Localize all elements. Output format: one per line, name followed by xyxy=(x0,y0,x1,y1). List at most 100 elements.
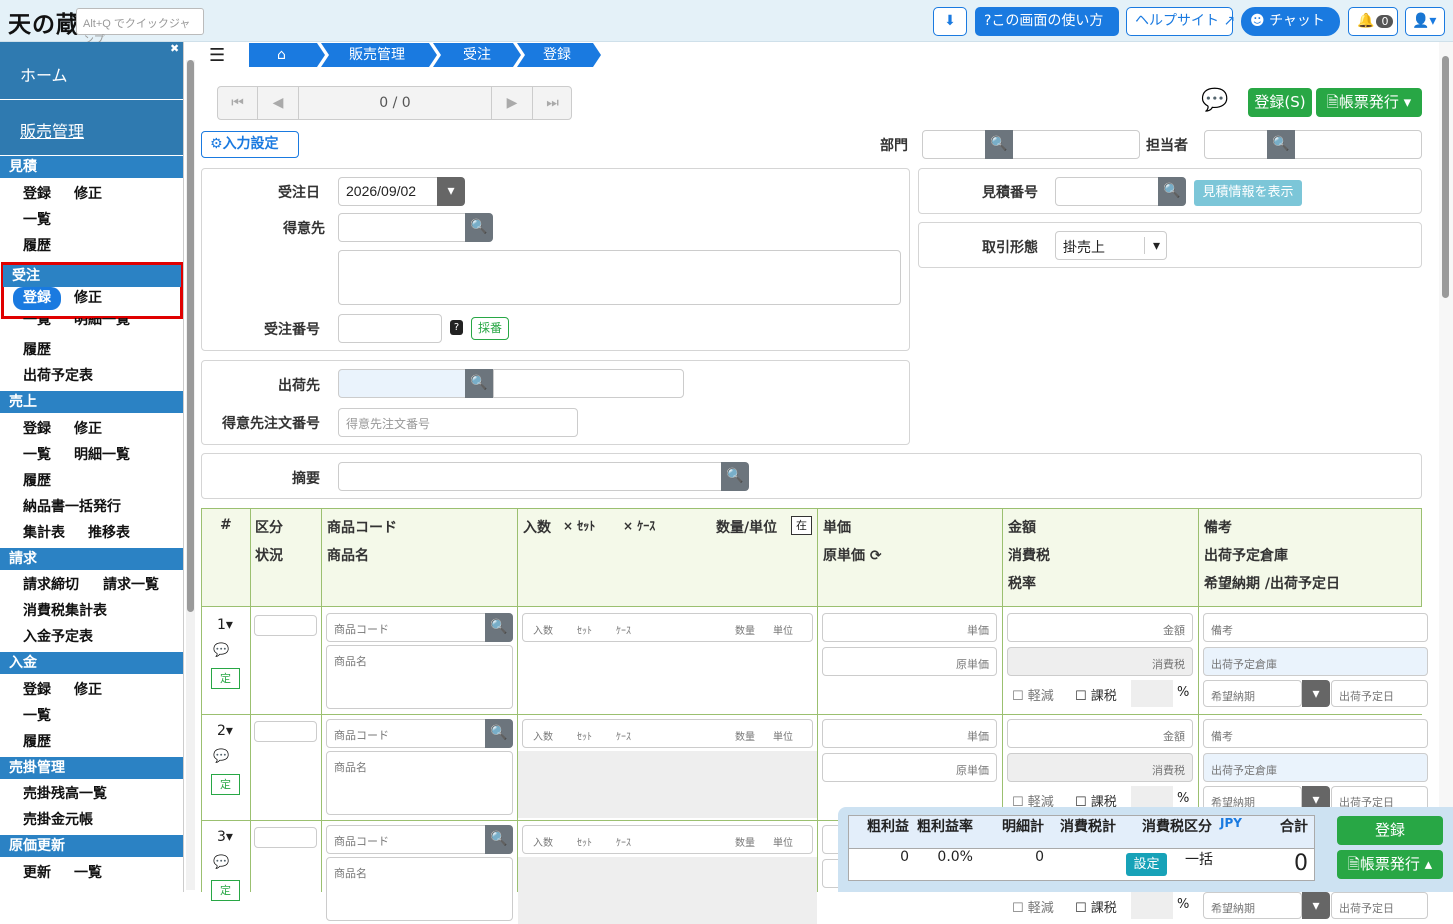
main-scroll-thumb[interactable] xyxy=(1442,56,1449,298)
calendar-dropdown-icon[interactable]: ▾ xyxy=(437,177,465,206)
saiban-button[interactable]: 採番 xyxy=(471,317,509,340)
register-button[interactable]: 登録(S) xyxy=(1248,88,1312,117)
ship-date-input[interactable]: 出荷予定日 xyxy=(1331,892,1428,919)
unit-input[interactable]: 単位 xyxy=(773,834,793,849)
refresh-icon[interactable]: ⟳ xyxy=(870,548,882,564)
irisu-input[interactable]: 入数 xyxy=(533,622,553,637)
sidebar-item-mitsumori-register[interactable]: 登録 xyxy=(13,183,61,206)
wish-date-input[interactable]: 希望納期 xyxy=(1203,680,1302,707)
sidebar-item-nyukin-history[interactable]: 履歴 xyxy=(13,731,61,754)
help-button[interactable]: ?この画面の使い方 xyxy=(975,7,1119,36)
sidebar-scroll-thumb[interactable] xyxy=(187,60,194,612)
product-name-input[interactable]: 商品名 xyxy=(326,857,513,921)
sidebar-item-juchu-edit[interactable]: 修正 xyxy=(64,287,112,310)
fixed-price-button[interactable]: 定 xyxy=(211,880,240,901)
quick-jump-input[interactable]: Alt+Q でクイックジャンプ xyxy=(76,8,204,46)
breadcrumb-sales[interactable]: 販売管理 xyxy=(321,43,437,67)
input-settings-button[interactable]: ⚙入力設定 xyxy=(201,131,299,158)
sidebar-sales[interactable]: 販売管理 xyxy=(0,100,183,155)
last-page-icon[interactable]: ⏭ xyxy=(532,87,572,119)
row-comment-icon[interactable]: 💬 xyxy=(213,749,229,764)
deal-type-select[interactable]: 掛売上 ▾ xyxy=(1055,231,1167,260)
irisu-input[interactable]: 入数 xyxy=(533,834,553,849)
sidebar-item-genka-list[interactable]: 一覧 xyxy=(64,862,112,885)
kubun-input[interactable] xyxy=(254,615,317,636)
qty-input[interactable]: 数量 xyxy=(735,834,755,849)
sidebar-item-urikake-ledger[interactable]: 売掛金元帳 xyxy=(13,809,103,832)
set-input[interactable]: ｾｯﾄ xyxy=(577,728,592,743)
product-search-icon[interactable]: 🔍 xyxy=(485,719,513,748)
row-comment-icon[interactable]: 💬 xyxy=(213,855,229,870)
qty-input[interactable]: 数量 xyxy=(735,728,755,743)
taxable-checkbox[interactable]: ☐ 課税 xyxy=(1075,685,1117,704)
product-name-input[interactable]: 商品名 xyxy=(326,645,513,709)
sidebar-item-nyukin-edit[interactable]: 修正 xyxy=(64,679,112,702)
staff-search-icon[interactable]: 🔍 xyxy=(1267,130,1295,159)
reduced-checkbox[interactable]: ☐ 軽減 xyxy=(1012,685,1054,704)
ship-to-name-input[interactable] xyxy=(493,369,684,398)
user-menu-button[interactable]: 👤▾ xyxy=(1405,7,1445,36)
warehouse-input[interactable]: 出荷予定倉庫 xyxy=(1203,647,1428,676)
dept-input[interactable] xyxy=(922,130,1140,159)
kubun-input[interactable] xyxy=(254,827,317,848)
case-input[interactable]: ｹｰｽ xyxy=(616,622,631,637)
sidebar-item-juchu-register[interactable]: 登録 xyxy=(13,287,61,310)
ship-to-search-icon[interactable]: 🔍 xyxy=(465,369,493,398)
row-number[interactable]: 1▾ xyxy=(217,617,233,633)
sidebar-item-seikyu-close[interactable]: 請求締切 xyxy=(13,574,89,597)
breadcrumb-home[interactable]: ⌂ xyxy=(249,43,325,67)
sidebar-item-uriage-list[interactable]: 一覧 xyxy=(13,444,61,467)
sidebar-item-uriage-bulk-delivery[interactable]: 納品書一括発行 xyxy=(13,496,131,519)
qty-input[interactable]: 数量 xyxy=(735,622,755,637)
sidebar-item-nyukin-register[interactable]: 登録 xyxy=(13,679,61,702)
staff-input[interactable] xyxy=(1204,130,1422,159)
next-page-icon[interactable]: ▶ xyxy=(491,87,532,119)
product-search-icon[interactable]: 🔍 xyxy=(485,613,513,642)
show-estimate-button[interactable]: 見積情報を表示 xyxy=(1194,180,1302,206)
reduced-checkbox[interactable]: ☐ 軽減 xyxy=(1012,897,1054,916)
case-input[interactable]: ｹｰｽ xyxy=(616,728,631,743)
tax-rate-input[interactable] xyxy=(1131,892,1173,919)
price-input[interactable]: 単価 xyxy=(822,613,997,642)
first-page-icon[interactable]: ⏮ xyxy=(218,87,258,119)
sidebar-item-seikyu-payment-plan[interactable]: 入金予定表 xyxy=(13,626,103,649)
dept-search-icon[interactable]: 🔍 xyxy=(985,130,1013,159)
sidebar-pin-icon[interactable]: ✖ xyxy=(170,42,179,55)
hamburger-icon[interactable]: ☰ xyxy=(209,45,225,66)
cost-input[interactable]: 原単価 xyxy=(822,753,997,782)
unit-input[interactable]: 単位 xyxy=(773,622,793,637)
row-comment-icon[interactable]: 💬 xyxy=(213,643,229,658)
set-input[interactable]: ｾｯﾄ xyxy=(577,834,592,849)
wish-date-dropdown-icon[interactable]: ▾ xyxy=(1302,892,1330,919)
sidebar-home[interactable]: ホーム xyxy=(0,42,183,99)
footer-register-button[interactable]: 登録 xyxy=(1337,816,1443,845)
sidebar-item-mitsumori-edit[interactable]: 修正 xyxy=(64,183,112,206)
order-no-input[interactable] xyxy=(338,314,442,343)
memo-search-icon[interactable]: 🔍 xyxy=(721,462,749,491)
customer-search-icon[interactable]: 🔍 xyxy=(465,213,493,242)
wish-date-dropdown-icon[interactable]: ▾ xyxy=(1302,680,1330,707)
sidebar-item-seikyu-list[interactable]: 請求一覧 xyxy=(93,574,169,597)
sidebar-item-genka-update[interactable]: 更新 xyxy=(13,862,61,885)
notification-button[interactable]: 🔔 0 xyxy=(1348,7,1398,36)
sidebar-item-juchu-history[interactable]: 履歴 xyxy=(13,339,61,362)
download-button[interactable]: ⬇ xyxy=(933,7,967,36)
sidebar-item-juchu-ship-plan[interactable]: 出荷予定表 xyxy=(13,365,103,388)
set-input[interactable]: ｾｯﾄ xyxy=(577,622,592,637)
sidebar-item-uriage-register[interactable]: 登録 xyxy=(13,418,61,441)
estimate-search-icon[interactable]: 🔍 xyxy=(1158,177,1186,206)
help-site-button[interactable]: ヘルプサイト ↗ xyxy=(1126,7,1235,36)
wish-date-input[interactable]: 希望納期 xyxy=(1203,892,1302,919)
cust-order-no-input[interactable]: 得意先注文番号 xyxy=(338,408,578,437)
tax-setting-button[interactable]: 設定 xyxy=(1126,853,1167,876)
footer-issue-button[interactable]: 🗎帳票発行 ▴ xyxy=(1337,850,1443,879)
amount-input[interactable]: 金額 xyxy=(1007,613,1193,642)
ship-date-input[interactable]: 出荷予定日 xyxy=(1331,680,1428,707)
sidebar-item-uriage-summary[interactable]: 集計表 xyxy=(13,522,75,545)
memo-input[interactable] xyxy=(338,462,748,491)
issue-document-button[interactable]: 🗎帳票発行 ▾ xyxy=(1316,88,1422,117)
sidebar-item-uriage-trend[interactable]: 推移表 xyxy=(78,522,140,545)
sidebar-item-uriage-edit[interactable]: 修正 xyxy=(64,418,112,441)
app-logo[interactable]: 天の蔵 xyxy=(8,5,80,39)
note-input[interactable]: 備考 xyxy=(1203,613,1428,642)
